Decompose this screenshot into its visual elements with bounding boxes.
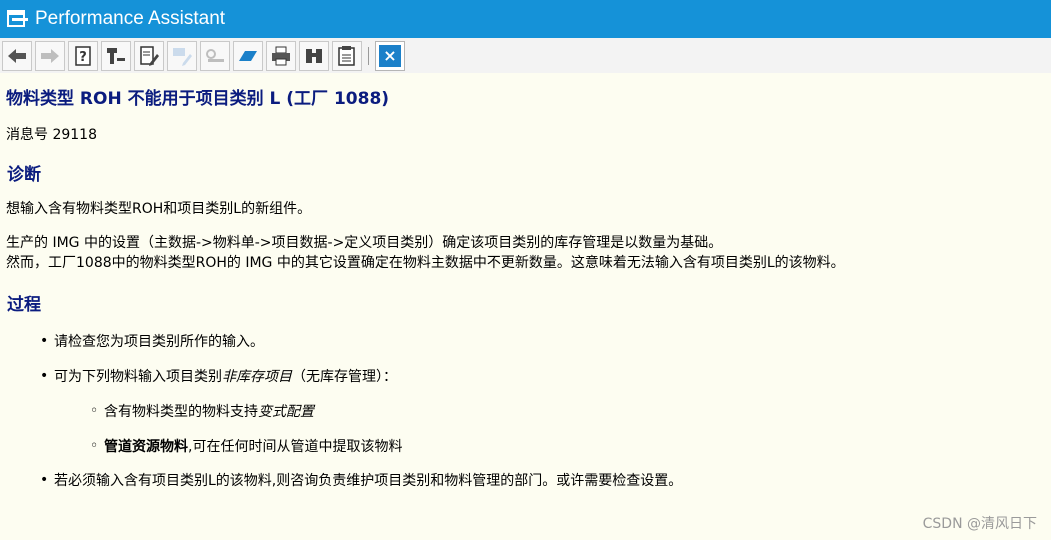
back-button[interactable] bbox=[2, 40, 32, 71]
forward-button[interactable] bbox=[35, 40, 65, 71]
forward-arrow-icon bbox=[41, 48, 59, 63]
diagnosis-paragraph-2-line-2: 然而，工厂1088中的物料类型ROH的 IMG 中的其它设置确定在物料主数据中不… bbox=[6, 255, 845, 271]
toolbar-separator bbox=[368, 46, 369, 65]
toolbar: ? × bbox=[0, 38, 1051, 73]
help-document-icon: ? bbox=[75, 45, 91, 66]
edit-button[interactable] bbox=[134, 40, 164, 71]
message-number: 消息号 29118 bbox=[6, 127, 97, 143]
message-heading: 物料类型 ROH 不能用于项目类别 L (工厂 1088) bbox=[6, 89, 390, 109]
list-item-text: 若必须输入含有项目类别L的该物料,则咨询负责维护项目类别和物料管理的部门。或许需… bbox=[54, 473, 683, 489]
key-button[interactable] bbox=[200, 40, 230, 71]
print-icon bbox=[272, 46, 290, 65]
list-item-emphasis: 变式配置 bbox=[258, 404, 314, 420]
technical-info-icon bbox=[107, 47, 125, 64]
list-item: • 请检查您为项目类别所作的输入。 bbox=[40, 333, 264, 350]
procedure-title: 过程 bbox=[7, 295, 41, 315]
find-binoculars-icon bbox=[306, 48, 322, 63]
list-item: • 可为下列物料输入项目类别 非库存项目 （无库存管理）： bbox=[40, 368, 397, 385]
list-item-text: ,可在任何时间从管道中提取该物料 bbox=[188, 439, 403, 455]
app-window-icon bbox=[7, 9, 29, 29]
sub-list-item: ◦ 管道资源物料 ,可在任何时间从管道中提取该物料 bbox=[90, 438, 403, 455]
technical-info-button[interactable] bbox=[101, 40, 131, 71]
sub-list-item: ◦ 含有物料类型的物料支持 变式配置 bbox=[90, 403, 314, 420]
close-button[interactable]: × bbox=[375, 40, 405, 71]
list-item-text: 含有物料类型的物料支持 bbox=[104, 404, 258, 420]
close-icon: × bbox=[379, 44, 401, 67]
edit-document-icon bbox=[140, 45, 159, 66]
edit-disabled-button[interactable] bbox=[167, 40, 197, 71]
bookmark-icon bbox=[239, 50, 257, 61]
print-button[interactable] bbox=[266, 40, 296, 71]
help-button[interactable]: ? bbox=[68, 40, 98, 71]
list-item: • 若必须输入含有项目类别L的该物料,则咨询负责维护项目类别和物料管理的部门。或… bbox=[40, 472, 683, 489]
window-title: Performance Assistant bbox=[35, 8, 226, 29]
diagnosis-paragraph-1: 想输入含有物料类型ROH和项目类别L的新组件。 bbox=[6, 201, 312, 217]
list-item-emphasis: 非库存项目 bbox=[222, 369, 292, 385]
watermark: CSDN @清风日下 bbox=[922, 516, 1037, 532]
list-item-text: 可为下列物料输入项目类别 bbox=[54, 369, 222, 385]
list-item-strong: 管道资源物料 bbox=[104, 439, 188, 455]
document-settings-icon bbox=[338, 45, 355, 66]
bookmark-button[interactable] bbox=[233, 40, 263, 71]
find-button[interactable] bbox=[299, 40, 329, 71]
back-arrow-icon bbox=[8, 48, 26, 63]
svg-text:?: ? bbox=[79, 50, 87, 65]
key-icon bbox=[206, 48, 224, 62]
title-bar: Performance Assistant bbox=[0, 0, 1051, 38]
diagnosis-paragraph-2-line-1: 生产的 IMG 中的设置（主数据->物料单->项目数据->定义项目类别）确定该项… bbox=[6, 235, 723, 251]
diagnosis-title: 诊断 bbox=[7, 165, 41, 185]
document-settings-button[interactable] bbox=[332, 40, 362, 71]
list-item-text: 请检查您为项目类别所作的输入。 bbox=[54, 334, 264, 350]
edit-disabled-icon bbox=[173, 47, 192, 66]
list-item-text: （无库存管理）： bbox=[292, 369, 397, 385]
